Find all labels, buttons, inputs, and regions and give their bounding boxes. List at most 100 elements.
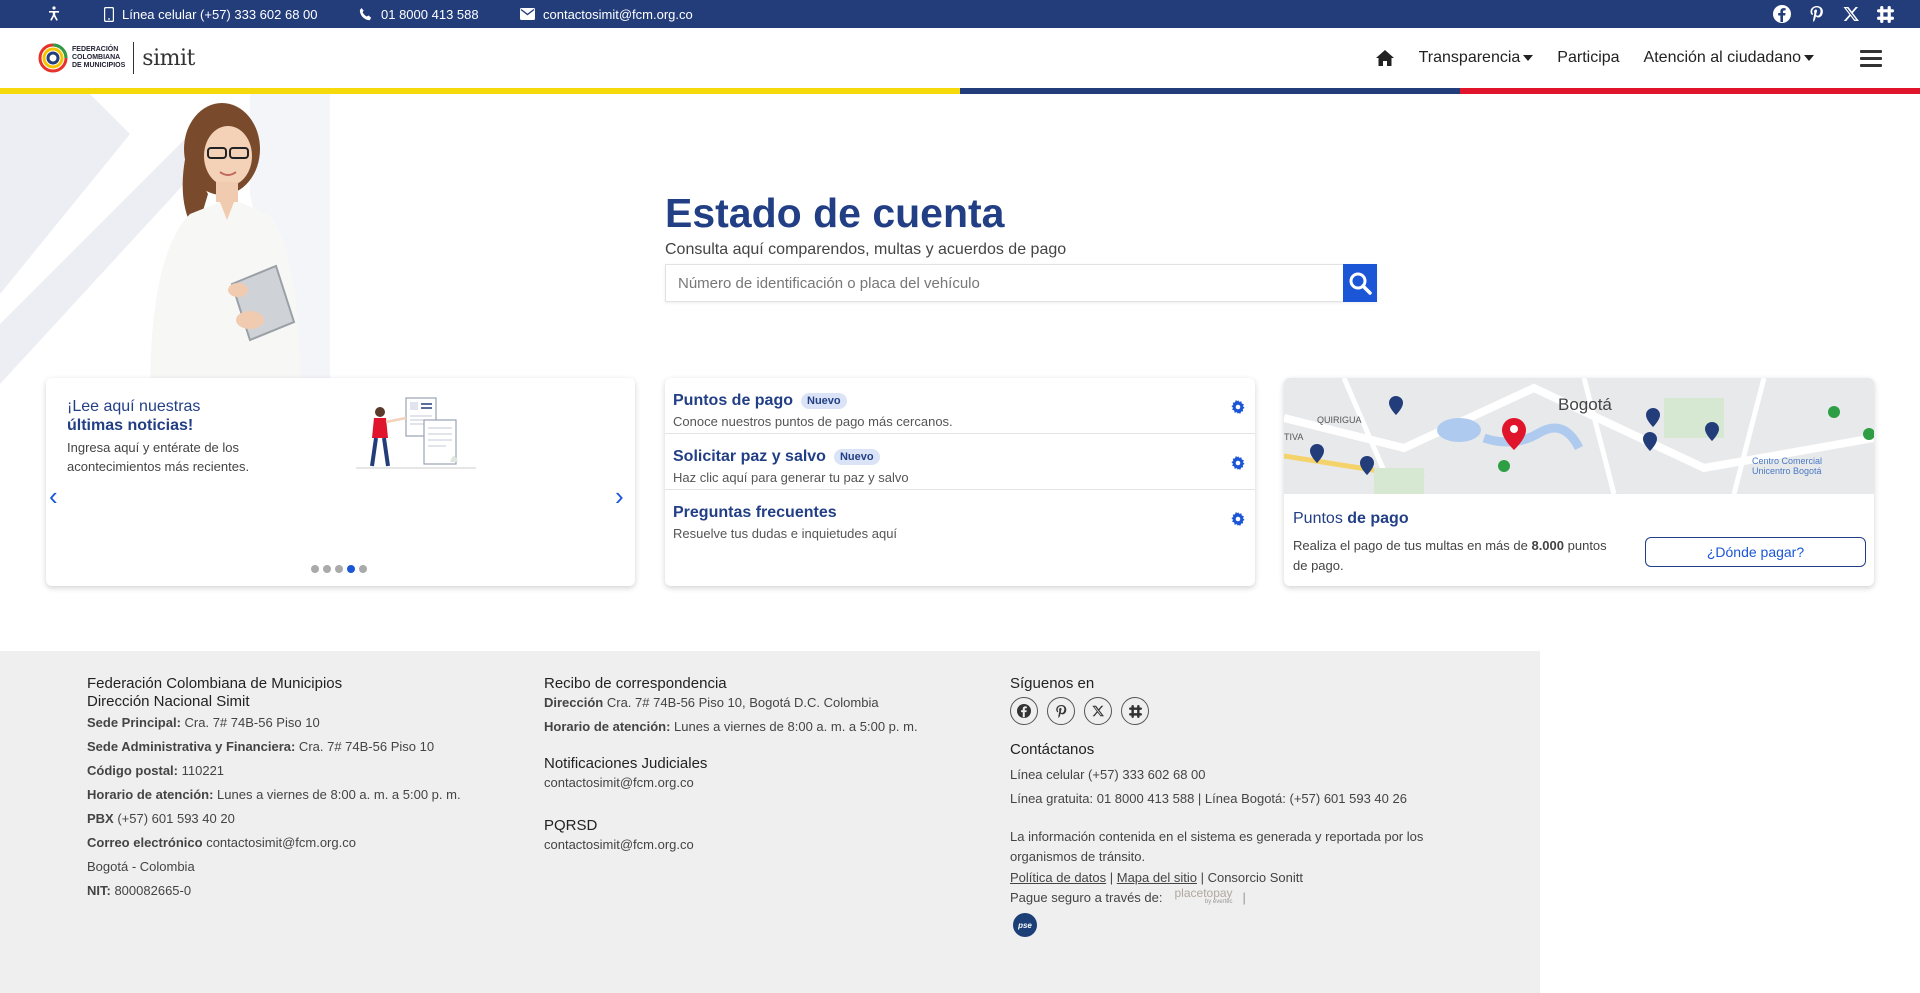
topbar-phone-link[interactable]: 01 8000 413 588: [358, 0, 479, 28]
page-title: Estado de cuenta: [665, 190, 1005, 236]
gear-icon: [1231, 456, 1245, 470]
facebook-icon[interactable]: [1773, 5, 1791, 23]
footer-email: Correo electrónico contactosimit@fcm.org…: [87, 835, 356, 850]
news-title-line2[interactable]: últimas noticias!: [67, 417, 193, 435]
footer-city: Bogotá - Colombia: [87, 859, 195, 874]
carousel-dot[interactable]: [335, 565, 343, 573]
carousel-dot[interactable]: [359, 565, 367, 573]
hero-illustration: [0, 94, 330, 394]
secure-payment-label: Pague seguro a través de:: [1010, 890, 1163, 905]
link-description: Haz clic aquí para generar tu paz y salv…: [673, 470, 909, 485]
link-puntos-de-pago[interactable]: Puntos de pago Nuevo Conoce nuestros punt…: [665, 378, 1255, 434]
topbar-cell-text: Línea celular (+57) 333 602 68 00: [122, 6, 318, 22]
map-city-label: Bogotá: [1558, 395, 1612, 414]
pse-logo[interactable]: pse: [1013, 913, 1037, 937]
top-contact-bar: Línea celular (+57) 333 602 68 00 01 800…: [0, 0, 1920, 28]
slack-icon[interactable]: [1121, 697, 1149, 725]
search-bar: [665, 264, 1377, 302]
facebook-icon[interactable]: [1010, 697, 1038, 725]
news-illustration: [356, 397, 476, 469]
carousel-dot[interactable]: [311, 565, 319, 573]
carousel-next-arrow[interactable]: ›: [615, 483, 624, 509]
phone-icon: [359, 7, 372, 20]
footer-cell: Línea celular (+57) 333 602 68 00: [1010, 767, 1206, 782]
sonitt-x-icon[interactable]: [1843, 6, 1859, 22]
search-icon: [1349, 272, 1372, 295]
fcm-simit-logo[interactable]: FEDERACIÓN COLOMBIANA DE MUNICIPIOS simi…: [38, 38, 195, 78]
search-button[interactable]: [1343, 264, 1377, 302]
link-preguntas-frecuentes[interactable]: Preguntas frecuentes Resuelve tus dudas …: [665, 490, 1255, 546]
link-paz-y-salvo[interactable]: Solicitar paz y salvo Nuevo Haz clic aquí…: [665, 434, 1255, 490]
footer-col-correspondencia: Recibo de correspondencia Dirección Cra.…: [544, 675, 918, 855]
accessibility-icon: [49, 6, 59, 21]
link-description: Conoce nuestros puntos de pago más cerca…: [673, 414, 953, 429]
gear-icon: [1231, 400, 1245, 414]
topbar-email-link[interactable]: contactosimit@fcm.org.co: [520, 0, 693, 28]
footer-pbx: PBX (+57) 601 593 40 20: [87, 811, 235, 826]
carousel-prev-arrow[interactable]: ‹: [49, 483, 58, 509]
nav-atencion-ciudadano[interactable]: Atención al ciudadano: [1644, 49, 1814, 67]
main-nav: Transparencia Participa Atención al ciud…: [1375, 28, 1882, 88]
fcm-logo-text: FEDERACIÓN COLOMBIANA DE MUNICIPIOS: [72, 46, 126, 69]
footer-org-sub: Dirección Nacional Simit: [87, 693, 250, 710]
footer-heading: Contáctanos: [1010, 741, 1095, 758]
carousel-indicators: [311, 565, 367, 573]
simit-logo-text: simit: [142, 45, 195, 71]
pinterest-icon[interactable]: [1047, 697, 1075, 725]
footer-social-links: [1010, 697, 1440, 725]
privacy-policy-link[interactable]: Política de datos: [1010, 870, 1106, 885]
map-poi-label: Unicentro Bogotá: [1752, 466, 1822, 476]
chevron-down-icon: [1523, 55, 1534, 61]
sonitt-x-icon[interactable]: [1084, 697, 1112, 725]
footer-col-fcm: Federación Colombiana de Municipios Dire…: [87, 675, 461, 903]
footer-nit: NIT: 800082665-0: [87, 883, 192, 898]
nav-participa[interactable]: Participa: [1557, 49, 1619, 67]
footer-pqrsd-email[interactable]: contactosimit@fcm.org.co: [544, 835, 918, 855]
quick-links-card: Puntos de pago Nuevo Conoce nuestros punt…: [665, 378, 1255, 586]
news-title-line1: ¡Lee aquí nuestras: [67, 398, 201, 415]
footer-postal: Código postal: 110221: [87, 763, 225, 778]
map-area-label: QUIRIGUA: [1317, 415, 1362, 425]
slack-icon[interactable]: [1877, 5, 1894, 23]
footer-payment-row: Pague seguro a través de: placetopay by …: [1010, 886, 1246, 907]
home-icon[interactable]: [1375, 50, 1394, 66]
payment-points-map[interactable]: Bogotá QUIRIGUA TIVA Centro Comercial Un…: [1284, 378, 1874, 494]
hamburger-menu-icon[interactable]: [1860, 46, 1882, 71]
link-title: Solicitar paz y salvo: [673, 448, 826, 465]
flag-stripe-red: [1460, 88, 1920, 94]
placetopay-logo[interactable]: placetopay by evertec: [1175, 887, 1233, 907]
site-footer: Federación Colombiana de Municipios Dire…: [0, 651, 1540, 993]
footer-horario: Horario de atención: Lunes a viernes de …: [544, 719, 918, 734]
payment-points-description: Realiza el pago de tus multas en más de …: [1293, 538, 1607, 573]
news-description: Ingresa aquí y entérate de los acontecim…: [67, 440, 250, 474]
flag-stripe-blue: [960, 88, 1460, 94]
footer-sede: Sede Principal: Cra. 7# 74B-56 Piso 10: [87, 715, 320, 730]
pinterest-icon[interactable]: [1809, 6, 1825, 22]
nav-transparencia[interactable]: Transparencia: [1419, 49, 1534, 67]
map-area-label: TIVA: [1284, 432, 1303, 442]
link-description: Resuelve tus dudas e inquietudes aquí: [673, 526, 898, 541]
map-poi-label: Centro Comercial: [1752, 456, 1822, 466]
footer-org-name: Federación Colombiana de Municipios: [87, 675, 343, 692]
footer-free-line: Línea gratuita: 01 8000 413 588 | Línea …: [1010, 791, 1407, 806]
carousel-dot-active[interactable]: [347, 565, 355, 573]
fcm-logo-mark: [38, 43, 68, 73]
carousel-dot[interactable]: [323, 565, 331, 573]
footer-sede-adm: Sede Administrativa y Financiera: Cra. 7…: [87, 739, 435, 754]
new-badge: Nuevo: [801, 393, 847, 409]
chevron-down-icon: [1804, 55, 1814, 61]
mobile-phone-icon: [104, 6, 114, 22]
payment-points-card: Bogotá QUIRIGUA TIVA Centro Comercial Un…: [1284, 378, 1874, 586]
gear-icon: [1231, 512, 1245, 526]
site-header: FEDERACIÓN COLOMBIANA DE MUNICIPIOS simi…: [0, 28, 1920, 88]
sitemap-link[interactable]: Mapa del sitio: [1117, 870, 1197, 885]
link-title: Preguntas frecuentes: [673, 504, 837, 521]
footer-judicial-email[interactable]: contactosimit@fcm.org.co: [544, 773, 918, 793]
accessibility-button[interactable]: [46, 0, 62, 28]
where-to-pay-button[interactable]: ¿Dónde pagar?: [1645, 537, 1866, 567]
footer-horario: Horario de atención: Lunes a viernes de …: [87, 787, 461, 802]
payment-points-title: Puntos de pago: [1293, 510, 1409, 527]
topbar-phone-text: 01 8000 413 588: [381, 6, 479, 22]
search-input[interactable]: [666, 265, 1342, 301]
topbar-cell-link[interactable]: Línea celular (+57) 333 602 68 00: [104, 0, 318, 28]
